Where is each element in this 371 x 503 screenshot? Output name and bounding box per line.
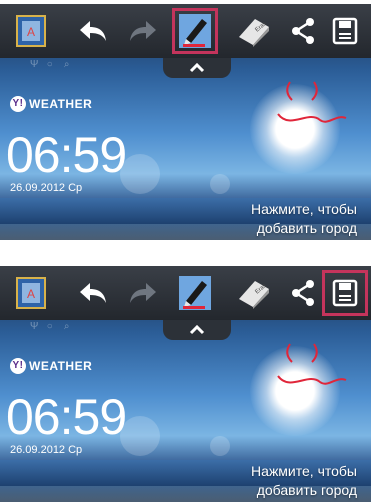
toolbar-handle[interactable] <box>163 320 231 340</box>
save-button[interactable] <box>322 270 368 316</box>
pen-button[interactable] <box>172 270 218 316</box>
weather-brand: Y! WEATHER <box>10 96 92 112</box>
pen-icon <box>179 276 211 310</box>
toolbar-handle[interactable] <box>163 58 231 78</box>
share-button[interactable] <box>280 8 326 54</box>
pen-button[interactable] <box>172 8 218 54</box>
pen-annotation <box>277 343 347 385</box>
save-button[interactable] <box>322 8 368 54</box>
svg-text:A: A <box>27 287 35 301</box>
underlying-search-row: Ψ ○ ⌕ <box>30 59 70 70</box>
chevron-up-icon <box>189 63 205 73</box>
undo-button[interactable] <box>70 270 116 316</box>
memo-toolbar: A Eras <box>0 266 371 320</box>
share-button[interactable] <box>280 270 326 316</box>
memo-toolbar: A Eras <box>0 4 371 58</box>
weather-brand-label: WEATHER <box>29 97 93 111</box>
pen-annotation <box>277 81 347 123</box>
gallery-thumbnail-icon: A <box>16 15 46 47</box>
add-city-line1: Нажмите, чтобы <box>251 463 357 479</box>
weather-brand-label: WEATHER <box>29 359 93 373</box>
redo-button[interactable] <box>120 270 166 316</box>
add-city-line2: добавить город <box>256 482 357 498</box>
redo-button[interactable] <box>120 8 166 54</box>
eraser-button[interactable]: Eras <box>230 270 276 316</box>
clock-time[interactable]: 06:59 <box>6 392 127 442</box>
gallery-thumbnail-icon: A <box>16 277 46 309</box>
redo-arrow-icon <box>130 283 156 303</box>
yahoo-logo-icon: Y! <box>10 358 26 374</box>
redo-arrow-icon <box>130 21 156 41</box>
screenshot-bottom: Ψ ○ ⌕ Y! WEATHER 06:59 26.09.2012 Ср Наж… <box>0 266 371 502</box>
add-city-prompt[interactable]: Нажмите, чтобы добавить город <box>251 462 357 500</box>
eraser-button[interactable]: Eras <box>230 8 276 54</box>
gallery-button[interactable]: A <box>8 270 54 316</box>
eraser-icon: Eras <box>239 281 269 309</box>
clock-time[interactable]: 06:59 <box>6 130 127 180</box>
pen-icon <box>179 14 211 48</box>
floppy-save-icon <box>332 279 358 307</box>
share-icon <box>292 280 314 306</box>
gallery-button[interactable]: A <box>8 8 54 54</box>
eraser-icon: Eras <box>239 19 269 47</box>
add-city-prompt[interactable]: Нажмите, чтобы добавить город <box>251 200 357 238</box>
yahoo-logo-icon: Y! <box>10 96 26 112</box>
share-icon <box>292 18 314 44</box>
undo-arrow-icon <box>80 21 106 41</box>
add-city-line2: добавить город <box>256 220 357 236</box>
chevron-up-icon <box>189 325 205 335</box>
clock-date: 26.09.2012 Ср <box>10 444 83 456</box>
undo-button[interactable] <box>70 8 116 54</box>
underlying-search-row: Ψ ○ ⌕ <box>30 321 70 332</box>
clock-date: 26.09.2012 Ср <box>10 182 83 194</box>
svg-text:A: A <box>27 25 35 39</box>
add-city-line1: Нажмите, чтобы <box>251 201 357 217</box>
weather-brand: Y! WEATHER <box>10 358 92 374</box>
undo-arrow-icon <box>80 283 106 303</box>
screenshot-top: Ψ ○ ⌕ Y! WEATHER 06:59 26.09.2012 Ср Наж… <box>0 4 371 240</box>
floppy-save-icon <box>332 17 358 45</box>
